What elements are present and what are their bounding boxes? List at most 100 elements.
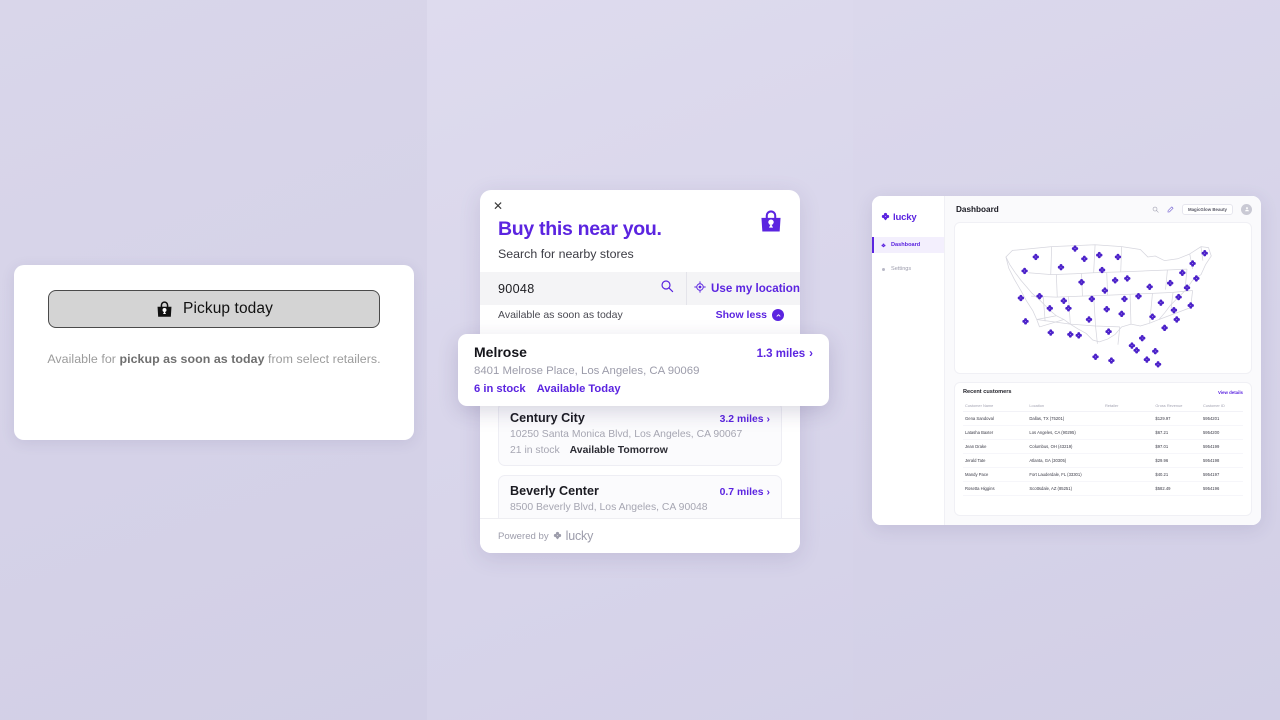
pickup-sub-bold: pickup as soon as today bbox=[119, 352, 265, 366]
highlighted-store-meta: 6 in stock Available Today bbox=[474, 383, 813, 395]
sidebar-item-dashboard[interactable]: Dashboard bbox=[872, 237, 944, 253]
pickup-bag-pin-icon bbox=[758, 208, 784, 240]
dashboard-logo[interactable]: lucky bbox=[872, 205, 944, 229]
table-row[interactable]: Rosetta Higgins Scottsdale, AZ (85251) $… bbox=[963, 481, 1243, 496]
store-name: Beverly Center bbox=[510, 484, 599, 498]
view-details-link[interactable]: View details bbox=[1218, 390, 1243, 395]
highlighted-store-address: 8401 Melrose Place, Los Angeles, CA 9006… bbox=[474, 365, 700, 377]
use-my-location-label: Use my location bbox=[711, 282, 800, 295]
table-header-row: Recent customers View details bbox=[963, 389, 1243, 395]
chevron-right-icon: › bbox=[766, 414, 770, 425]
modal-subtitle: Search for nearby stores bbox=[498, 247, 634, 261]
edit-icon[interactable] bbox=[1167, 200, 1174, 218]
clover-icon bbox=[553, 527, 562, 545]
pickup-promo-card: Pickup today Available for pickup as soo… bbox=[14, 265, 414, 440]
chevron-right-icon: › bbox=[809, 348, 813, 360]
cell-customer-name: Jean Drake bbox=[963, 439, 1028, 454]
recent-customers-title: Recent customers bbox=[963, 389, 1012, 395]
collapse-chevron-icon bbox=[772, 309, 784, 321]
highlighted-store-stock: 6 in stock bbox=[474, 383, 526, 395]
pickup-today-label: Pickup today bbox=[183, 300, 273, 317]
table-row[interactable]: Jean Drake Columbus, OH (43219) $97.01 5… bbox=[963, 439, 1243, 454]
clover-icon bbox=[881, 242, 886, 248]
search-row: Use my location bbox=[480, 272, 800, 305]
store-list-item[interactable]: Century City 3.2 miles › 10250 Santa Mon… bbox=[498, 402, 782, 466]
cell-retailer bbox=[1102, 411, 1154, 426]
table-row[interactable]: Latasha Baxter Los Angeles, CA (90295) $… bbox=[963, 425, 1243, 440]
store-address: 10250 Santa Monica Blvd, Los Angeles, CA… bbox=[510, 429, 743, 440]
us-map-card bbox=[954, 222, 1252, 374]
clover-icon bbox=[881, 208, 890, 226]
table-column-headers: Customer Name Location Retailer Gross Re… bbox=[963, 400, 1243, 412]
brand-badge[interactable]: MagicGlow Beauty bbox=[1181, 203, 1233, 215]
table-row[interactable]: Gena Sandoval Dallas, TX (75201) $129.97… bbox=[963, 411, 1243, 426]
page-title: Dashboard bbox=[956, 204, 999, 214]
dashboard-window: lucky Dashboard Settings Dashboard Magic… bbox=[872, 196, 1261, 525]
cell-location: Atlanta, GA (30305) bbox=[1027, 453, 1103, 468]
cell-gross-revenue: $129.97 bbox=[1153, 411, 1201, 426]
modal-title: Buy this near you. bbox=[498, 218, 662, 240]
column-header-customer-name: Customer Name bbox=[963, 400, 1028, 412]
store-distance-value: 3.2 miles bbox=[719, 414, 764, 425]
cell-gross-revenue: $67.21 bbox=[1153, 425, 1201, 440]
us-map[interactable] bbox=[968, 228, 1238, 368]
cell-retailer bbox=[1102, 425, 1154, 440]
cell-location: Fort Lauderdale, FL (33301) bbox=[1027, 467, 1103, 482]
cell-customer-id: 5954200 bbox=[1200, 425, 1243, 440]
cell-customer-name: Rosetta Higgins bbox=[963, 481, 1028, 496]
cell-customer-id: 5954198 bbox=[1200, 453, 1243, 468]
highlighted-store-card[interactable]: Melrose 1.3 miles › 8401 Melrose Place, … bbox=[458, 334, 829, 406]
table-row[interactable]: Mandy Pace Fort Lauderdale, FL (33301) $… bbox=[963, 467, 1243, 482]
use-my-location-button[interactable]: Use my location bbox=[687, 272, 800, 305]
sidebar-item-settings-label: Settings bbox=[891, 266, 912, 272]
search-input[interactable] bbox=[498, 281, 660, 296]
table-row[interactable]: Jerald Tate Atlanta, GA (30305) $29.96 5… bbox=[963, 453, 1243, 468]
close-icon[interactable]: ✕ bbox=[490, 198, 506, 214]
crosshair-location-icon bbox=[694, 280, 706, 298]
store-header: Beverly Center 0.7 miles › bbox=[510, 484, 770, 498]
cell-retailer bbox=[1102, 481, 1154, 496]
cell-retailer bbox=[1102, 467, 1154, 482]
highlighted-store-availability: Available Today bbox=[536, 383, 621, 395]
column-header-customer-id: Customer ID bbox=[1200, 400, 1243, 412]
modal-footer: Powered by lucky bbox=[480, 518, 800, 553]
pickup-bag-pin-icon bbox=[155, 300, 174, 319]
column-header-gross-revenue: Gross Revenue bbox=[1153, 400, 1201, 412]
cell-retailer bbox=[1102, 439, 1154, 454]
sidebar-item-dashboard-label: Dashboard bbox=[891, 242, 921, 248]
cell-location: Los Angeles, CA (90295) bbox=[1027, 425, 1103, 440]
dashboard-sidebar: lucky Dashboard Settings bbox=[872, 196, 945, 525]
cell-customer-id: 5954197 bbox=[1200, 467, 1243, 482]
pickup-today-button[interactable]: Pickup today bbox=[48, 290, 380, 328]
avatar[interactable] bbox=[1241, 203, 1252, 215]
highlighted-store-distance: 1.3 miles › bbox=[757, 348, 813, 360]
search-icon[interactable] bbox=[660, 279, 674, 298]
pickup-sub-suffix: from select retailers. bbox=[264, 352, 381, 366]
store-name: Century City bbox=[510, 411, 585, 425]
store-meta: 21 in stock Available Tomorrow bbox=[510, 445, 770, 456]
cell-customer-id: 5954199 bbox=[1200, 439, 1243, 454]
highlighted-store-header: Melrose 1.3 miles › bbox=[474, 344, 813, 360]
show-less-label: Show less bbox=[715, 309, 767, 321]
powered-by-label: Powered by bbox=[498, 530, 549, 542]
show-less-button[interactable]: Show less bbox=[716, 309, 784, 321]
cell-customer-id: 5954196 bbox=[1200, 481, 1243, 496]
cell-customer-name: Gena Sandoval bbox=[963, 411, 1028, 426]
highlighted-store-distance-value: 1.3 miles bbox=[756, 348, 806, 360]
sidebar-item-settings[interactable]: Settings bbox=[872, 261, 944, 277]
cell-location: Dallas, TX (75201) bbox=[1027, 411, 1103, 426]
lucky-wordmark: lucky bbox=[565, 529, 594, 543]
cell-gross-revenue: $29.96 bbox=[1153, 453, 1201, 468]
cell-location: Columbus, OH (43219) bbox=[1027, 439, 1103, 454]
column-header-retailer: Retailer bbox=[1102, 400, 1154, 412]
store-header: Century City 3.2 miles › bbox=[510, 411, 770, 425]
availability-row: Available as soon as today Show less bbox=[498, 309, 784, 321]
store-distance: 3.2 miles › bbox=[720, 414, 770, 425]
search-icon[interactable] bbox=[1152, 200, 1159, 218]
store-distance: 0.7 miles › bbox=[720, 487, 770, 498]
cell-location: Scottsdale, AZ (85251) bbox=[1027, 481, 1103, 496]
cell-retailer bbox=[1102, 453, 1154, 468]
highlighted-store-name: Melrose bbox=[474, 344, 527, 360]
recent-customers-table: Customer Name Location Retailer Gross Re… bbox=[963, 400, 1243, 496]
search-field[interactable] bbox=[480, 272, 687, 305]
